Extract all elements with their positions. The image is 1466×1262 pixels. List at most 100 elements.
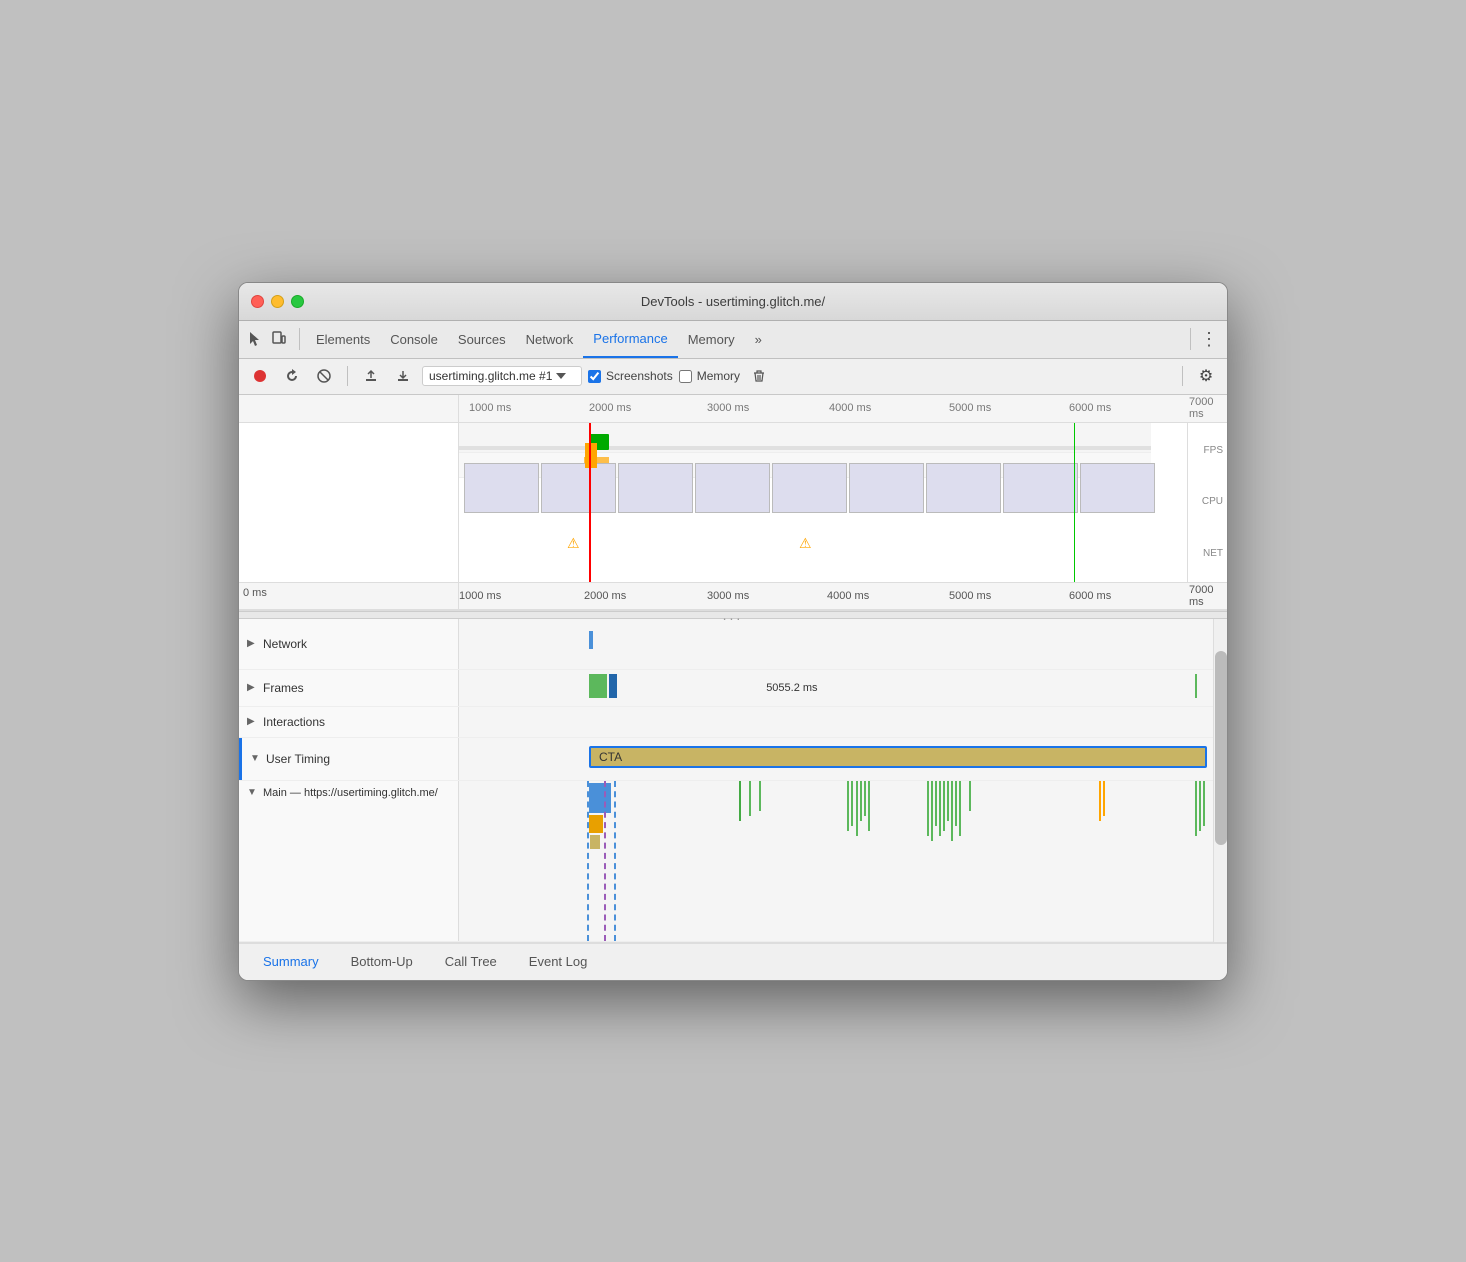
- ruler-label-1: 1000 ms: [459, 590, 501, 602]
- expand-icon: ▼: [250, 753, 262, 764]
- ruler-left: 0 ms: [239, 583, 459, 609]
- mark-t5: [1203, 781, 1205, 826]
- mark-h4: [939, 781, 941, 836]
- overview-content[interactable]: ⚠ ⚠ ⚠: [459, 423, 1187, 582]
- screenshot-thumb: [1003, 463, 1078, 513]
- mark-h1: [927, 781, 929, 836]
- time-label-7: 7000 ms: [1189, 396, 1227, 420]
- mark-3: [759, 781, 761, 811]
- time-label-2: 2000 ms: [589, 402, 631, 414]
- overview-left: [239, 423, 459, 582]
- reload-button[interactable]: [279, 363, 305, 389]
- cursor-icon[interactable]: [245, 329, 265, 349]
- user-timing-track-label[interactable]: ▼ User Timing: [239, 738, 459, 780]
- mark-h6: [947, 781, 949, 821]
- ruler-label-0: 0 ms: [239, 587, 267, 599]
- mark-h10: [969, 781, 971, 811]
- record-button[interactable]: [247, 363, 273, 389]
- ruler-label-4: 4000 ms: [827, 590, 869, 602]
- mark-g3: [856, 781, 858, 836]
- network-track-content[interactable]: [459, 619, 1227, 669]
- main-track-row: ▼ Main — https://usertiming.glitch.me/: [239, 781, 1227, 942]
- dashed-line-blue: [587, 781, 589, 941]
- expand-icon: ▼: [247, 787, 259, 798]
- tab-sources[interactable]: Sources: [448, 320, 516, 358]
- expand-icon: ▶: [247, 716, 259, 727]
- bottom-tab-bar: Summary Bottom-Up Call Tree Event Log: [239, 942, 1227, 980]
- recording-select[interactable]: usertiming.glitch.me #1: [422, 366, 582, 386]
- mark-t4: [1199, 781, 1201, 831]
- tab-bottom-up[interactable]: Bottom-Up: [335, 944, 429, 981]
- memory-checkbox-group: Memory: [679, 369, 740, 383]
- tab-event-log[interactable]: Event Log: [513, 944, 604, 981]
- scrollbar[interactable]: [1213, 619, 1227, 942]
- cta-bar[interactable]: CTA: [589, 746, 1207, 768]
- green-marker-line: [1074, 423, 1075, 582]
- maximize-button[interactable]: [291, 295, 304, 308]
- red-marker-line: [589, 423, 591, 582]
- minimize-button[interactable]: [271, 295, 284, 308]
- window-title: DevTools - usertiming.glitch.me/: [641, 294, 825, 309]
- mark-o2: [1103, 781, 1105, 816]
- title-bar: DevTools - usertiming.glitch.me/: [239, 283, 1227, 321]
- screenshot-thumb: [695, 463, 770, 513]
- main-track-label[interactable]: ▼ Main — https://usertiming.glitch.me/: [239, 781, 459, 941]
- devtools-tab-bar: Elements Console Sources Network Perform…: [239, 321, 1227, 359]
- tab-console[interactable]: Console: [380, 320, 448, 358]
- resize-handle[interactable]: ...: [239, 611, 1227, 619]
- tab-more[interactable]: »: [745, 320, 772, 358]
- screenshots-checkbox-group: Screenshots: [588, 369, 673, 383]
- expand-icon: ▶: [247, 682, 259, 693]
- user-timing-track-content[interactable]: CTA: [459, 738, 1227, 780]
- frames-track-row: ▶ Frames 5055.2 ms: [239, 670, 1227, 707]
- download-button[interactable]: [390, 363, 416, 389]
- frame-block-green: [589, 674, 607, 698]
- cpu-spike: [585, 443, 597, 468]
- frames-track-content[interactable]: 5055.2 ms: [459, 670, 1227, 706]
- delete-button[interactable]: [746, 363, 772, 389]
- tab-summary[interactable]: Summary: [247, 944, 335, 981]
- settings-button[interactable]: ⚙: [1193, 363, 1219, 389]
- traffic-lights: [251, 295, 304, 308]
- close-button[interactable]: [251, 295, 264, 308]
- tab-call-tree[interactable]: Call Tree: [429, 944, 513, 981]
- screenshot-thumb: [926, 463, 1001, 513]
- tab-network[interactable]: Network: [516, 320, 584, 358]
- time-ruler: 0 ms 1000 ms 2000 ms 3000 ms 4000 ms 500…: [239, 583, 1227, 611]
- warning-icon: ⚠: [567, 535, 580, 552]
- tab-elements[interactable]: Elements: [306, 320, 380, 358]
- memory-checkbox[interactable]: [679, 370, 692, 383]
- timeline-section: ▶ Network ▶ Frames 5055.2 ms: [239, 619, 1227, 942]
- main-track-content[interactable]: [459, 781, 1227, 941]
- mark-g6: [868, 781, 870, 831]
- upload-button[interactable]: [358, 363, 384, 389]
- network-track-label[interactable]: ▶ Network: [239, 619, 459, 669]
- interactions-track-label[interactable]: ▶ Interactions: [239, 707, 459, 737]
- scrollbar-thumb[interactable]: [1215, 651, 1227, 845]
- dashed-line-purple: [604, 781, 606, 941]
- devtools-menu-button[interactable]: ⋮: [1197, 327, 1221, 351]
- screenshots-checkbox[interactable]: [588, 370, 601, 383]
- mark-t3: [1195, 781, 1197, 836]
- overview-panel: ⚠ ⚠ ⚠ FPS CPU NET: [239, 423, 1227, 583]
- screenshots-row: [459, 463, 1187, 518]
- mark-1: [739, 781, 741, 821]
- network-request: [589, 631, 593, 649]
- mark-o1: [1099, 781, 1101, 821]
- performance-toolbar: usertiming.glitch.me #1 Screenshots Memo…: [239, 359, 1227, 395]
- clear-button[interactable]: [311, 363, 337, 389]
- mark-g4: [860, 781, 862, 821]
- device-icon[interactable]: [269, 329, 289, 349]
- interactions-track-content[interactable]: [459, 707, 1227, 737]
- dashed-line-blue-2: [614, 781, 616, 941]
- tab-memory[interactable]: Memory: [678, 320, 745, 358]
- frame-mark-right: [1195, 674, 1197, 698]
- main-blue-block: [589, 783, 611, 813]
- tab-performance[interactable]: Performance: [583, 320, 677, 358]
- time-label-6: 6000 ms: [1069, 402, 1111, 414]
- frames-track-label[interactable]: ▶ Frames: [239, 670, 459, 706]
- mark-2: [749, 781, 751, 816]
- devtools-window: DevTools - usertiming.glitch.me/ Element…: [238, 282, 1228, 981]
- mark-h2: [931, 781, 933, 841]
- warning-icon-2: ⚠: [799, 535, 812, 552]
